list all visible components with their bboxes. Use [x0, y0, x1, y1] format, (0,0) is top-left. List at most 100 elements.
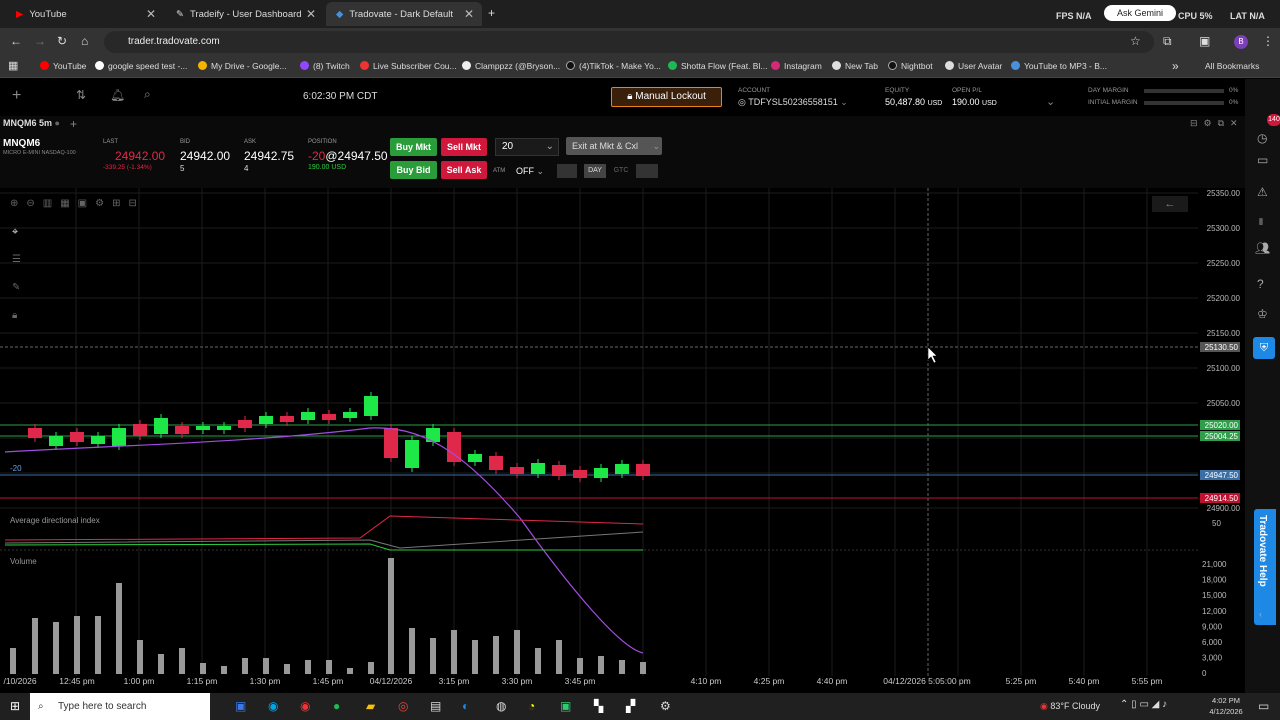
tif-gtc-button[interactable]: GTC — [610, 164, 632, 178]
bookmark-item[interactable]: Clamppzz (@Bryson... — [462, 61, 560, 71]
atm-select[interactable]: OFF ⌄ — [512, 163, 552, 179]
chevron-down-icon[interactable]: ⌄ — [1046, 95, 1055, 108]
settings-icon[interactable]: ⚙ — [660, 699, 671, 713]
bookmark-item[interactable]: User Avatar — [945, 61, 1002, 71]
sidepanel-icon[interactable]: ▣ — [1199, 34, 1210, 48]
warning-icon[interactable]: ⚠ — [1257, 185, 1268, 199]
bell-icon[interactable]: 🔔︎ — [110, 88, 125, 102]
chevron-down-icon: ⌄ — [545, 141, 554, 152]
price-chart[interactable]: 25350.00 25300.00 25250.00 25200.00 25150.00… — [0, 188, 1245, 693]
bookmark-item[interactable]: Live Subscriber Cou... — [360, 61, 457, 71]
chart-svg[interactable]: 25350.00 25300.00 25250.00 25200.00 25150.00… — [0, 188, 1245, 693]
all-bookmarks[interactable]: All Bookmarks — [1205, 61, 1259, 71]
window-controls[interactable]: ⊟⚙⧉✕ — [1190, 118, 1244, 129]
chart-tab[interactable]: MNQM6 5m ● — [3, 118, 60, 128]
tab-youtube[interactable]: ▶ YouTube ✕ — [6, 2, 164, 26]
bookmark-item[interactable]: google speed test -... — [95, 61, 187, 71]
close-icon[interactable]: ✕ — [146, 7, 156, 21]
new-tab-icon[interactable]: + — [488, 6, 495, 20]
sell-mkt-button[interactable]: Sell Mkt — [441, 138, 487, 156]
buy-mkt-button[interactable]: Buy Mkt — [390, 138, 437, 156]
quantity-select[interactable]: 20 ⌄ — [495, 138, 559, 156]
tab-tradovate[interactable]: ◆ Tradovate - Dark Default ✕ — [326, 2, 482, 26]
app-icon[interactable]: ◉ — [300, 699, 310, 713]
manual-lockout-button[interactable]: 🔒︎ Manual Lockout — [611, 87, 722, 107]
windows-start-icon[interactable]: ⊞ — [10, 699, 20, 713]
spotify-icon[interactable]: ● — [333, 699, 340, 713]
help-tab[interactable]: Tradovate Help — [1254, 509, 1276, 625]
app-icon[interactable]: ▤ — [430, 699, 441, 713]
notifications-icon[interactable]: ▭ — [1258, 699, 1269, 713]
capcut-icon[interactable]: ▞ — [626, 699, 635, 713]
list-tool-icon[interactable]: ☰ — [12, 254, 21, 265]
profile-avatar[interactable]: B — [1234, 35, 1248, 49]
edge-icon[interactable]: ◐ — [462, 699, 469, 713]
volume-bar — [305, 660, 311, 674]
add-icon[interactable]: + — [70, 117, 77, 131]
users-icon[interactable]: 👥︎ — [1255, 241, 1270, 255]
tif-day-button[interactable]: DAY — [584, 164, 606, 178]
extensions-icon[interactable]: ⧉ — [1163, 34, 1172, 49]
snapchat-icon[interactable]: ◔ — [528, 699, 535, 713]
collapse-arrow-icon[interactable]: ← — [1152, 196, 1188, 212]
position-pl: 190.00 USD — [308, 164, 347, 171]
chrome-icon[interactable]: ◎ — [398, 699, 408, 713]
pencil-tool-icon[interactable]: ✎ — [12, 282, 20, 293]
bookmark-item[interactable]: (8) Twitch — [300, 61, 350, 71]
url-input[interactable]: trader.tradovate.com — [104, 31, 1154, 53]
close-icon[interactable]: ✕ — [306, 7, 316, 21]
home-icon[interactable]: ⌂ — [81, 34, 88, 48]
bookmark-item[interactable]: My Drive - Google... — [198, 61, 287, 71]
symbol-desc: MICRO E-MINI NASDAQ-100 — [3, 150, 76, 156]
reload-icon[interactable]: ↻ — [57, 34, 67, 48]
account-select[interactable]: ◎ TDFYSL50236558151 ⌄ — [738, 97, 848, 108]
app-icon[interactable]: ▣ — [235, 699, 246, 713]
add-icon[interactable]: + — [12, 87, 21, 105]
buy-bid-button[interactable]: Buy Bid — [390, 161, 437, 179]
app-icon[interactable]: ◉ — [268, 699, 278, 713]
apps-icon[interactable]: ▦ — [8, 59, 18, 72]
back-icon[interactable]: ← — [10, 34, 22, 48]
tradingview-icon[interactable]: ▚ — [594, 699, 603, 713]
close-icon[interactable]: ✕ — [464, 7, 474, 21]
exit-cxl-button[interactable]: Exit at Mkt & Cxl ⌄ — [566, 137, 662, 155]
crosshair-tool-icon[interactable]: ⌖ — [12, 226, 18, 239]
weather[interactable]: ◉ 83°F Cloudy — [1040, 701, 1100, 712]
ask-gemini-button[interactable]: Ask Gemini — [1104, 5, 1176, 21]
bookmark-star-icon[interactable]: ☆ — [1130, 34, 1141, 48]
search-icon[interactable]: ⌕ — [144, 87, 151, 102]
taskbar-search[interactable]: ⌕ Type here to search — [30, 693, 210, 720]
x-tick-label: 12:45 pm — [59, 676, 94, 686]
tab-tradeify[interactable]: ✎ Tradeify - User Dashboard ✕ — [166, 2, 324, 26]
bookmark-item[interactable]: Nightbot — [888, 61, 933, 71]
last-label: LAST — [103, 139, 119, 145]
lock-tool-icon[interactable]: 🔒︎ — [12, 310, 17, 321]
chat-icon[interactable]: ▭ — [1257, 153, 1268, 167]
chevron-right-icon[interactable]: » — [1172, 59, 1179, 73]
trophy-icon[interactable]: ♔ — [1257, 307, 1268, 321]
trade-arrows-icon[interactable]: ⇅ — [76, 88, 86, 102]
chart-toolbar[interactable]: ⊕⊖▥▦▣⚙⊞⊟ — [10, 198, 145, 209]
bars-icon[interactable]: ⦀ — [1259, 217, 1263, 228]
sell-ask-button[interactable]: Sell Ask — [441, 161, 487, 179]
menu-icon[interactable]: ⋮ — [1262, 34, 1274, 48]
bookmark-item[interactable]: Shotta Flow (Feat. Bl... — [668, 61, 767, 71]
bookmark-item[interactable]: YouTube — [40, 61, 86, 71]
clock-icon[interactable]: ◷ — [1257, 131, 1267, 145]
order-settings-icon[interactable] — [636, 164, 658, 178]
help-icon[interactable]: ? — [1257, 277, 1264, 291]
atm-settings-icon[interactable] — [557, 164, 577, 178]
volume-tick: 6,000 — [1202, 638, 1223, 647]
steam-icon[interactable]: ◍ — [496, 699, 506, 713]
x-tick-label: 4:40 pm — [817, 676, 848, 686]
shield-icon[interactable]: ⛨ — [1253, 337, 1275, 359]
bookmark-item[interactable]: Instagram — [771, 61, 822, 71]
tray-icons[interactable]: ⌃ ▯ ▭ ◢ ♪ — [1120, 699, 1167, 710]
folder-icon[interactable]: ▰ — [366, 699, 375, 713]
forward-icon[interactable]: → — [34, 34, 46, 48]
app-icon[interactable]: ▣ — [560, 699, 571, 713]
bookmark-item[interactable]: (4)TikTok - Make Yo... — [566, 61, 661, 71]
bookmark-item[interactable]: New Tab — [832, 61, 878, 71]
chevron-left-icon[interactable]: ‹ — [1259, 609, 1262, 619]
bookmark-item[interactable]: YouTube to MP3 - B... — [1011, 61, 1107, 71]
